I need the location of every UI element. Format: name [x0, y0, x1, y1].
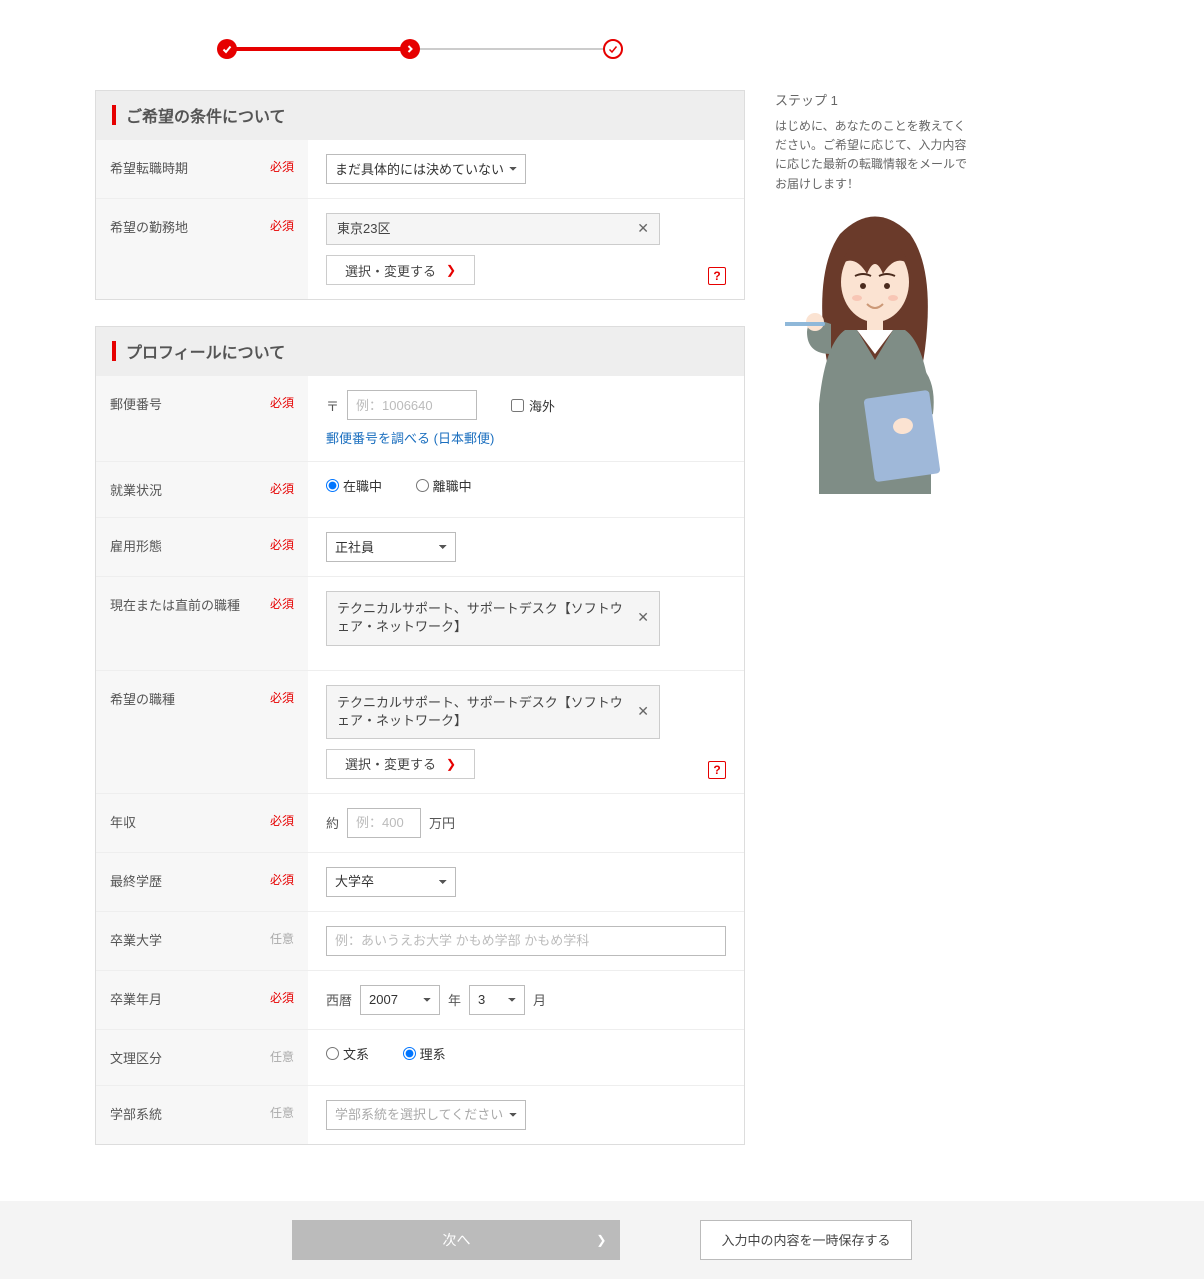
chevron-right-icon: ❯	[446, 757, 456, 771]
footer-bar: 次へ ❯ 入力中の内容を一時保存する	[0, 1201, 1204, 1279]
income-prefix: 約	[326, 813, 339, 832]
income-input[interactable]	[347, 808, 421, 838]
education-label: 最終学歴	[110, 871, 162, 890]
location-change-button[interactable]: 選択・変更する ❯	[326, 255, 475, 285]
department-select[interactable]: 学部系統を選択してください	[326, 1100, 526, 1130]
overseas-checkbox[interactable]: 海外	[511, 396, 555, 415]
save-draft-button[interactable]: 入力中の内容を一時保存する	[700, 1220, 911, 1260]
required-tag: 必須	[270, 217, 294, 234]
progress-bar	[205, 30, 635, 70]
sidebar-text: はじめに、あなたのことを教えてください。ご希望に応じて、入力内容に応じた最新の転…	[775, 117, 975, 194]
location-chip-remove[interactable]: ✕	[637, 219, 649, 239]
timing-label: 希望転職時期	[110, 158, 188, 177]
progress-step-3	[603, 39, 623, 59]
postal-lookup-link[interactable]: 郵便番号を調べる (日本郵便)	[326, 428, 494, 447]
section-profile-header: プロフィールについて	[96, 327, 744, 375]
optional-tag: 任意	[270, 930, 294, 947]
graduation-year-suffix: 年	[448, 990, 461, 1009]
employment-type-select[interactable]: 正社員	[326, 532, 456, 562]
department-label: 学部系統	[110, 1104, 162, 1123]
sidebar-illustration	[775, 204, 975, 497]
postal-prefix: 〒	[326, 396, 339, 415]
postal-label: 郵便番号	[110, 394, 162, 413]
required-tag: 必須	[270, 689, 294, 706]
next-button[interactable]: 次へ ❯	[292, 1220, 620, 1260]
graduation-year-select[interactable]: 2007	[360, 985, 440, 1015]
required-tag: 必須	[270, 595, 294, 612]
section-conditions-header: ご希望の条件について	[96, 91, 744, 139]
current-job-chip-text: テクニカルサポート、サポートデスク【ソフトウェア・ネットワーク】	[337, 601, 623, 634]
stream-rikei[interactable]: 理系	[403, 1044, 446, 1063]
desired-job-chip-remove[interactable]: ✕	[637, 702, 649, 722]
section-conditions: ご希望の条件について 希望転職時期 必須 まだ具体的には決めていない 希望の勤務	[95, 90, 745, 300]
help-icon[interactable]: ?	[708, 267, 726, 285]
sidebar-title: ステップ 1	[775, 90, 975, 109]
current-job-label: 現在または直前の職種	[110, 595, 240, 614]
income-label: 年収	[110, 812, 136, 831]
progress-step-2	[400, 39, 420, 59]
chevron-right-icon: ❯	[446, 263, 456, 277]
work-status-unemployed[interactable]: 離職中	[416, 476, 472, 495]
graduation-month-suffix: 月	[533, 990, 546, 1009]
optional-tag: 任意	[270, 1048, 294, 1065]
required-tag: 必須	[270, 812, 294, 829]
desired-job-chip-text: テクニカルサポート、サポートデスク【ソフトウェア・ネットワーク】	[337, 695, 623, 728]
employment-type-label: 雇用形態	[110, 536, 162, 555]
graduation-label: 卒業年月	[110, 989, 162, 1008]
desired-job-change-button[interactable]: 選択・変更する ❯	[326, 749, 475, 779]
education-select[interactable]: 大学卒	[326, 867, 456, 897]
graduation-era: 西暦	[326, 990, 352, 1009]
required-tag: 必須	[270, 158, 294, 175]
location-chip-text: 東京23区	[337, 221, 390, 236]
postal-input[interactable]	[347, 390, 477, 420]
chevron-right-icon: ❯	[596, 1233, 606, 1247]
stream-bunkei[interactable]: 文系	[326, 1044, 369, 1063]
required-tag: 必須	[270, 871, 294, 888]
timing-select[interactable]: まだ具体的には決めていない	[326, 154, 526, 184]
graduation-month-select[interactable]: 3	[469, 985, 525, 1015]
desired-job-chip: テクニカルサポート、サポートデスク【ソフトウェア・ネットワーク】 ✕	[326, 685, 660, 739]
university-label: 卒業大学	[110, 930, 162, 949]
section-profile: プロフィールについて 郵便番号 必須 〒 海外	[95, 326, 745, 1145]
desired-job-label: 希望の職種	[110, 689, 175, 708]
help-icon[interactable]: ?	[708, 761, 726, 779]
income-suffix: 万円	[429, 813, 455, 832]
current-job-chip-remove[interactable]: ✕	[637, 609, 649, 629]
optional-tag: 任意	[270, 1104, 294, 1121]
required-tag: 必須	[270, 480, 294, 497]
work-status-employed[interactable]: 在職中	[326, 476, 382, 495]
required-tag: 必須	[270, 989, 294, 1006]
required-tag: 必須	[270, 394, 294, 411]
required-tag: 必須	[270, 536, 294, 553]
current-job-chip: テクニカルサポート、サポートデスク【ソフトウェア・ネットワーク】 ✕	[326, 591, 660, 645]
university-input[interactable]	[326, 926, 726, 956]
sidebar: ステップ 1 はじめに、あなたのことを教えてください。ご希望に応じて、入力内容に…	[775, 20, 975, 497]
location-chip: 東京23区 ✕	[326, 213, 660, 245]
location-label: 希望の勤務地	[110, 217, 188, 236]
stream-label: 文理区分	[110, 1048, 162, 1067]
work-status-label: 就業状況	[110, 480, 162, 499]
progress-step-1	[217, 39, 237, 59]
